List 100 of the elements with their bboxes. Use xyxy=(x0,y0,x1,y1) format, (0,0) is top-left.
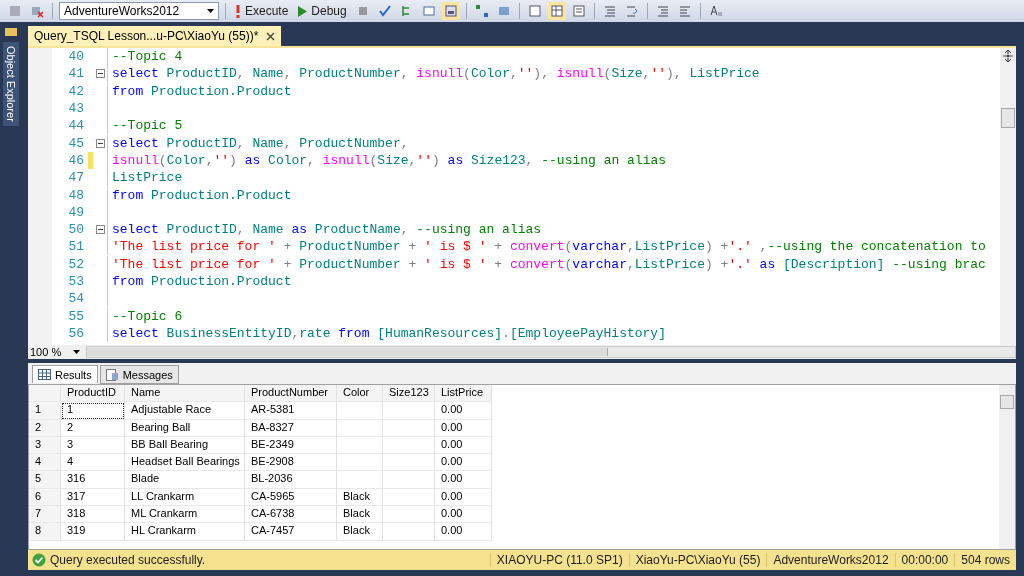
play-icon xyxy=(298,5,308,17)
table-cell: HL Crankarm xyxy=(125,523,245,541)
table-cell: CA-7457 xyxy=(245,523,337,541)
table-cell xyxy=(383,523,435,541)
table-cell: 4 xyxy=(61,454,125,472)
line-number: 51 xyxy=(67,239,84,255)
table-cell: 319 xyxy=(61,523,125,541)
table-cell: 318 xyxy=(61,506,125,524)
table-cell xyxy=(383,506,435,524)
code-line: isnull(Color,'') as Color, isnull(Size,'') as Size123, --using an alias xyxy=(112,152,667,168)
row-number[interactable]: 5 xyxy=(29,471,61,489)
code-line: select ProductID, Name as ProductName, --using an alias xyxy=(112,222,542,238)
document-icon xyxy=(105,368,119,381)
collapse-icon[interactable] xyxy=(95,138,105,148)
code-line: ListPrice xyxy=(112,170,183,186)
line-number: 42 xyxy=(67,83,84,99)
column-header[interactable]: Color xyxy=(337,385,383,403)
close-icon[interactable] xyxy=(266,31,276,41)
status-message: Query executed successfully. xyxy=(28,553,490,567)
table-cell xyxy=(337,454,383,472)
debug-button[interactable]: Debug xyxy=(295,3,350,19)
panel-icon[interactable] xyxy=(441,2,460,20)
table-cell xyxy=(337,471,383,489)
code-line: 'The list price for ' + ProductNumber + ' is $ ' + convert(varchar,ListPrice) +'.' ,--using the concatenation to xyxy=(112,239,986,255)
line-number: 50 xyxy=(67,222,84,238)
table-cell: 0.00 xyxy=(435,506,492,524)
zoom-dropdown[interactable]: 100 % xyxy=(28,346,80,358)
code-line: select ProductID, Name, ProductNumber, isnull(Color,''), isnull(Size,''), ListPrice xyxy=(112,66,760,82)
line-number: 47 xyxy=(67,170,84,186)
column-header[interactable]: ListPrice xyxy=(435,385,492,403)
table-cell xyxy=(383,402,435,420)
table-cell: 0.00 xyxy=(435,454,492,472)
line-number: 48 xyxy=(67,187,84,203)
table-cell xyxy=(383,454,435,472)
table-cell: 1 xyxy=(61,402,125,420)
code-line: select BusinessEntityID,rate from [HumanResources].[EmployeePayHistory] xyxy=(112,325,666,341)
table-cell: 316 xyxy=(61,471,125,489)
status-item: XIAOYU-PC (11.0 SP1) xyxy=(489,553,629,567)
scroll-thumb[interactable] xyxy=(87,348,608,356)
line-number: 41 xyxy=(67,66,84,82)
table-cell: Black xyxy=(337,523,383,541)
table-cell: BE-2908 xyxy=(245,454,337,472)
table-cell xyxy=(337,402,383,420)
status-item: XiaoYu-PC\XiaoYu (55) xyxy=(628,553,767,567)
database-dropdown[interactable]: AdventureWorks2012 xyxy=(59,2,219,20)
split-icon[interactable] xyxy=(1002,50,1014,62)
scroll-thumb[interactable] xyxy=(1001,108,1015,128)
line-number: 43 xyxy=(67,101,84,117)
grid-results-icon[interactable] xyxy=(547,2,566,20)
column-header[interactable]: Name xyxy=(125,385,245,403)
code-line: from Production.Product xyxy=(112,274,292,289)
status-item: 504 rows xyxy=(954,553,1016,567)
table-cell: CA-6738 xyxy=(245,506,337,524)
results-tab[interactable]: Messages xyxy=(99,365,179,384)
grid-icon xyxy=(38,369,51,380)
line-number: 53 xyxy=(67,274,84,289)
collapse-icon[interactable] xyxy=(95,69,105,79)
table-cell xyxy=(383,471,435,489)
table-cell: Black xyxy=(337,506,383,524)
check-icon xyxy=(32,553,46,567)
code-line: from Production.Product xyxy=(112,187,292,203)
column-header[interactable]: ProductID xyxy=(61,385,125,403)
table-cell: Headset Ball Bearings xyxy=(125,454,245,472)
code-line: 'The list price for ' + ProductNumber + ' is $ ' + convert(varchar,ListPrice) +'.' as [Description] --using brac xyxy=(112,256,986,272)
line-number: 44 xyxy=(67,118,84,134)
code-line: --Topic 4 xyxy=(112,49,183,65)
object-explorer-tab[interactable]: Object Explorer xyxy=(3,42,19,126)
row-number[interactable]: 1 xyxy=(29,402,61,420)
table-cell: AR-5381 xyxy=(245,402,337,420)
code-line: select ProductID, Name, ProductNumber, xyxy=(112,135,409,151)
scroll-thumb[interactable] xyxy=(1000,395,1014,409)
row-number[interactable]: 8 xyxy=(29,523,61,541)
column-header[interactable]: Size123 xyxy=(383,385,435,403)
table-cell: Adjustable Race xyxy=(125,402,245,420)
collapse-icon[interactable] xyxy=(95,225,105,235)
table-cell: 0.00 xyxy=(435,523,492,541)
column-header[interactable]: ProductNumber xyxy=(245,385,337,403)
line-number: 40 xyxy=(67,49,84,65)
table-cell: 0.00 xyxy=(435,402,492,420)
table-cell: ML Crankarm xyxy=(125,506,245,524)
line-number: 52 xyxy=(67,256,84,272)
table-cell: BL-2036 xyxy=(245,471,337,489)
line-number: 46 xyxy=(67,152,84,168)
row-number[interactable]: 4 xyxy=(29,454,61,472)
table-cell: Blade xyxy=(125,471,245,489)
line-number: 55 xyxy=(67,308,84,324)
document-tab[interactable]: Query_TSQL Lesson...u-PC\XiaoYu (55))* xyxy=(28,26,282,46)
status-item: AdventureWorks2012 xyxy=(766,553,895,567)
exclamation-icon xyxy=(235,4,241,18)
caret-icon[interactable] xyxy=(207,9,214,13)
execute-button[interactable]: Execute xyxy=(232,3,292,19)
line-number: 54 xyxy=(67,291,84,307)
code-line: --Topic 6 xyxy=(112,308,183,324)
caret-icon[interactable] xyxy=(73,350,80,354)
line-number: 56 xyxy=(67,325,84,341)
results-tab[interactable]: Results xyxy=(32,365,98,383)
status-item: 00:00:00 xyxy=(894,553,955,567)
code-line: from Production.Product xyxy=(112,83,292,99)
row-number[interactable]: 7 xyxy=(29,506,61,524)
line-number: 49 xyxy=(67,204,84,220)
